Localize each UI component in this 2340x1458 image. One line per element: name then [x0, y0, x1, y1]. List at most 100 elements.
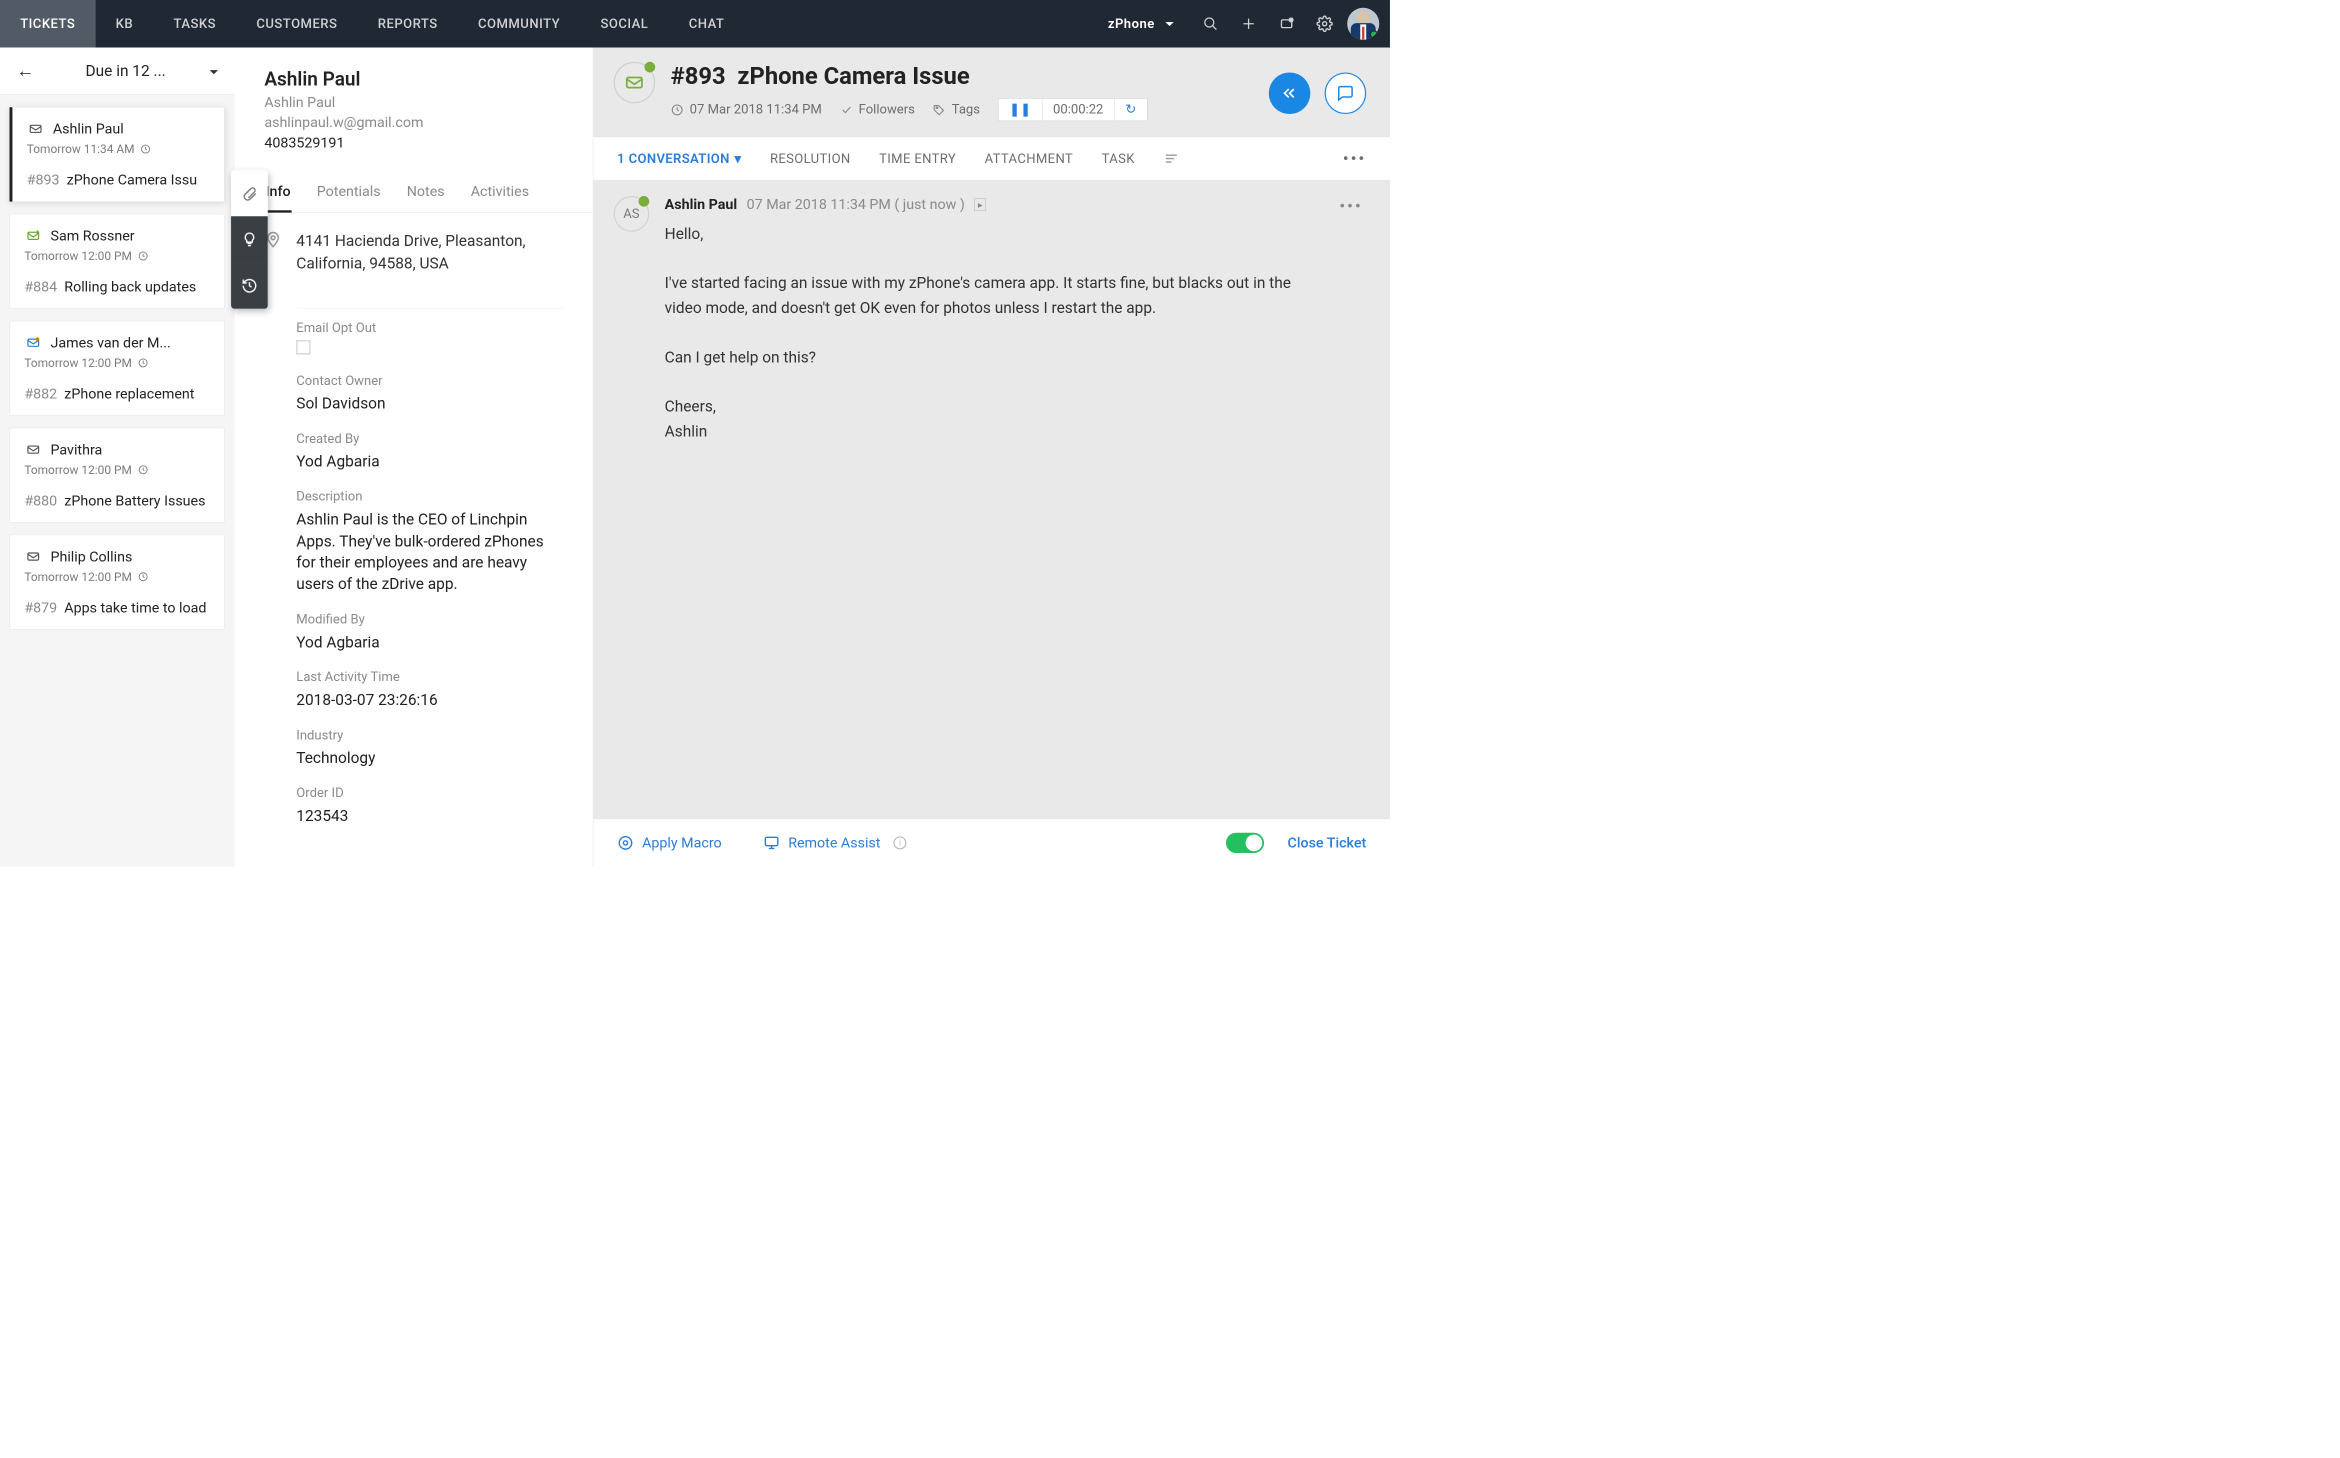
apply-macro-label: Apply Macro [642, 834, 722, 851]
top-nav: TICKETS KB TASKS CUSTOMERS REPORTS COMMU… [0, 0, 1390, 48]
field-value-contact-owner: Sol Davidson [296, 393, 551, 415]
channel-icon [24, 229, 42, 243]
ticket-due: Tomorrow 12:00 PM [24, 570, 131, 584]
tab-attachment[interactable]: ATTACHMENT [985, 151, 1074, 166]
remote-assist-button[interactable]: Remote Assist i [763, 834, 906, 851]
clock-icon [138, 251, 149, 262]
ticket-due: Tomorrow 12:00 PM [24, 249, 131, 263]
tab-resolution[interactable]: RESOLUTION [770, 151, 851, 166]
contact-company: Ashlin Paul [264, 94, 563, 111]
reply-all-button[interactable] [1269, 72, 1311, 114]
contact-name: Ashlin Paul [264, 68, 563, 91]
detail-tabs: 1 CONVERSATION ▾ RESOLUTION TIME ENTRY A… [593, 137, 1390, 181]
side-tab-bulb-icon[interactable] [231, 216, 268, 262]
nav-tasks[interactable]: TASKS [153, 0, 236, 48]
message-avatar: AS [614, 196, 650, 232]
timer-pause-icon[interactable]: ❚❚ [998, 99, 1042, 121]
avatar-status-dot [639, 196, 650, 207]
nav-community[interactable]: COMMUNITY [458, 0, 580, 48]
conversation-area: AS Ashlin Paul 07 Mar 2018 11:34 PM ( ju… [593, 181, 1390, 528]
sort-icon[interactable] [1163, 150, 1180, 167]
ticket-number: #882 [24, 386, 57, 403]
filter-label[interactable]: Due in 12 ... [86, 62, 166, 80]
filter-dropdown-icon[interactable] [205, 62, 218, 80]
contact-tab-activities[interactable]: Activities [470, 172, 531, 212]
gear-icon[interactable] [1306, 0, 1344, 48]
email-opt-out-checkbox[interactable] [296, 341, 310, 355]
user-avatar[interactable] [1347, 8, 1379, 40]
comment-button[interactable] [1325, 72, 1367, 114]
field-value-last-activity: 2018-03-07 23:26:16 [296, 690, 551, 712]
tags-button[interactable]: Tags [933, 102, 980, 117]
apply-macro-button[interactable]: Apply Macro [617, 834, 721, 851]
tab-conversation[interactable]: 1 CONVERSATION ▾ [617, 151, 741, 166]
contact-email[interactable]: ashlinpaul.w@gmail.com [264, 114, 563, 131]
info-icon[interactable]: i [894, 836, 907, 849]
ticket-sender: Philip Collins [50, 548, 132, 565]
ticket-number: #879 [24, 599, 57, 616]
field-label-modified-by: Modified By [296, 612, 563, 627]
ticket-card[interactable]: Philip Collins Tomorrow 12:00 PM #879 Ap… [10, 535, 225, 630]
field-label-last-activity: Last Activity Time [296, 670, 563, 685]
field-value-modified-by: Yod Agbaria [296, 632, 551, 654]
nav-tickets[interactable]: TICKETS [0, 0, 95, 48]
field-label-order-id: Order ID [296, 786, 563, 801]
contact-tab-potentials[interactable]: Potentials [316, 172, 382, 212]
nav-social[interactable]: SOCIAL [580, 0, 668, 48]
ticket-card[interactable]: Sam Rossner Tomorrow 12:00 PM #884 Rolli… [10, 214, 225, 309]
contact-phone[interactable]: 4083529191 [264, 134, 563, 151]
created-time-value: 07 Mar 2018 11:34 PM [690, 102, 822, 117]
ticket-card[interactable]: Pavithra Tomorrow 12:00 PM #880 zPhone B… [10, 428, 225, 523]
clock-icon [140, 144, 151, 155]
status-toggle[interactable] [1226, 832, 1264, 852]
ticket-due: Tomorrow 12:00 PM [24, 356, 131, 370]
ticket-due: Tomorrow 11:34 AM [27, 142, 135, 156]
add-icon[interactable] [1230, 0, 1268, 48]
ticket-number: #880 [24, 492, 57, 509]
remote-assist-label: Remote Assist [788, 834, 880, 851]
ticket-subject: zPhone Camera Issu [67, 172, 197, 189]
channel-icon [27, 122, 45, 136]
close-ticket-button[interactable]: Close Ticket [1288, 834, 1367, 851]
tab-task[interactable]: TASK [1102, 151, 1135, 166]
nav-customers[interactable]: CUSTOMERS [236, 0, 357, 48]
field-label-description: Description [296, 490, 563, 505]
notifications-icon[interactable] [1268, 0, 1306, 48]
nav-chat[interactable]: CHAT [669, 0, 745, 48]
side-tab-attachment-icon[interactable] [231, 170, 268, 216]
field-value-order-id: 123543 [296, 805, 551, 827]
search-icon[interactable] [1192, 0, 1230, 48]
ticket-subject: Rolling back updates [64, 279, 196, 296]
ticket-card[interactable]: Ashlin Paul Tomorrow 11:34 AM #893 zPhon… [10, 107, 225, 202]
nav-reports[interactable]: REPORTS [358, 0, 458, 48]
contact-tab-info[interactable]: Info [264, 172, 291, 212]
brand-switcher[interactable]: zPhone [1108, 16, 1174, 31]
field-label-created-by: Created By [296, 432, 563, 447]
ticket-sender: Sam Rossner [50, 228, 134, 245]
ticket-detail-panel: #893 zPhone Camera Issue 07 Mar 2018 11:… [593, 48, 1390, 867]
channel-icon [24, 443, 42, 457]
followers-label: Followers [859, 102, 915, 117]
tab-time-entry[interactable]: TIME ENTRY [879, 151, 956, 166]
side-tab-history-icon[interactable] [231, 263, 268, 309]
message-body: Hello, I've started facing an issue with… [665, 222, 1324, 444]
timer-refresh-icon[interactable]: ↻ [1114, 99, 1147, 121]
field-value-created-by: Yod Agbaria [296, 451, 551, 473]
side-tabs [231, 170, 268, 309]
status-dot-icon [644, 62, 655, 73]
followers-button[interactable]: Followers [840, 102, 915, 117]
message-timestamp: 07 Mar 2018 11:34 PM ( just now ) [747, 196, 965, 213]
back-arrow-icon[interactable]: ← [17, 61, 47, 82]
ticket-subject: zPhone Battery Issues [64, 492, 205, 509]
ticket-number: #893 [27, 172, 60, 189]
expand-icon[interactable]: ▸ [974, 198, 986, 210]
message-more-icon[interactable]: ••• [1339, 196, 1362, 217]
clock-icon [138, 465, 149, 476]
more-options-icon[interactable]: ••• [1343, 148, 1366, 169]
ticket-card[interactable]: James van der M... Tomorrow 12:00 PM #88… [10, 321, 225, 416]
avatar-initials: AS [623, 206, 639, 221]
contact-tab-notes[interactable]: Notes [406, 172, 446, 212]
nav-kb[interactable]: KB [95, 0, 153, 48]
ticket-sender: James van der M... [50, 334, 170, 351]
field-label-industry: Industry [296, 728, 563, 743]
